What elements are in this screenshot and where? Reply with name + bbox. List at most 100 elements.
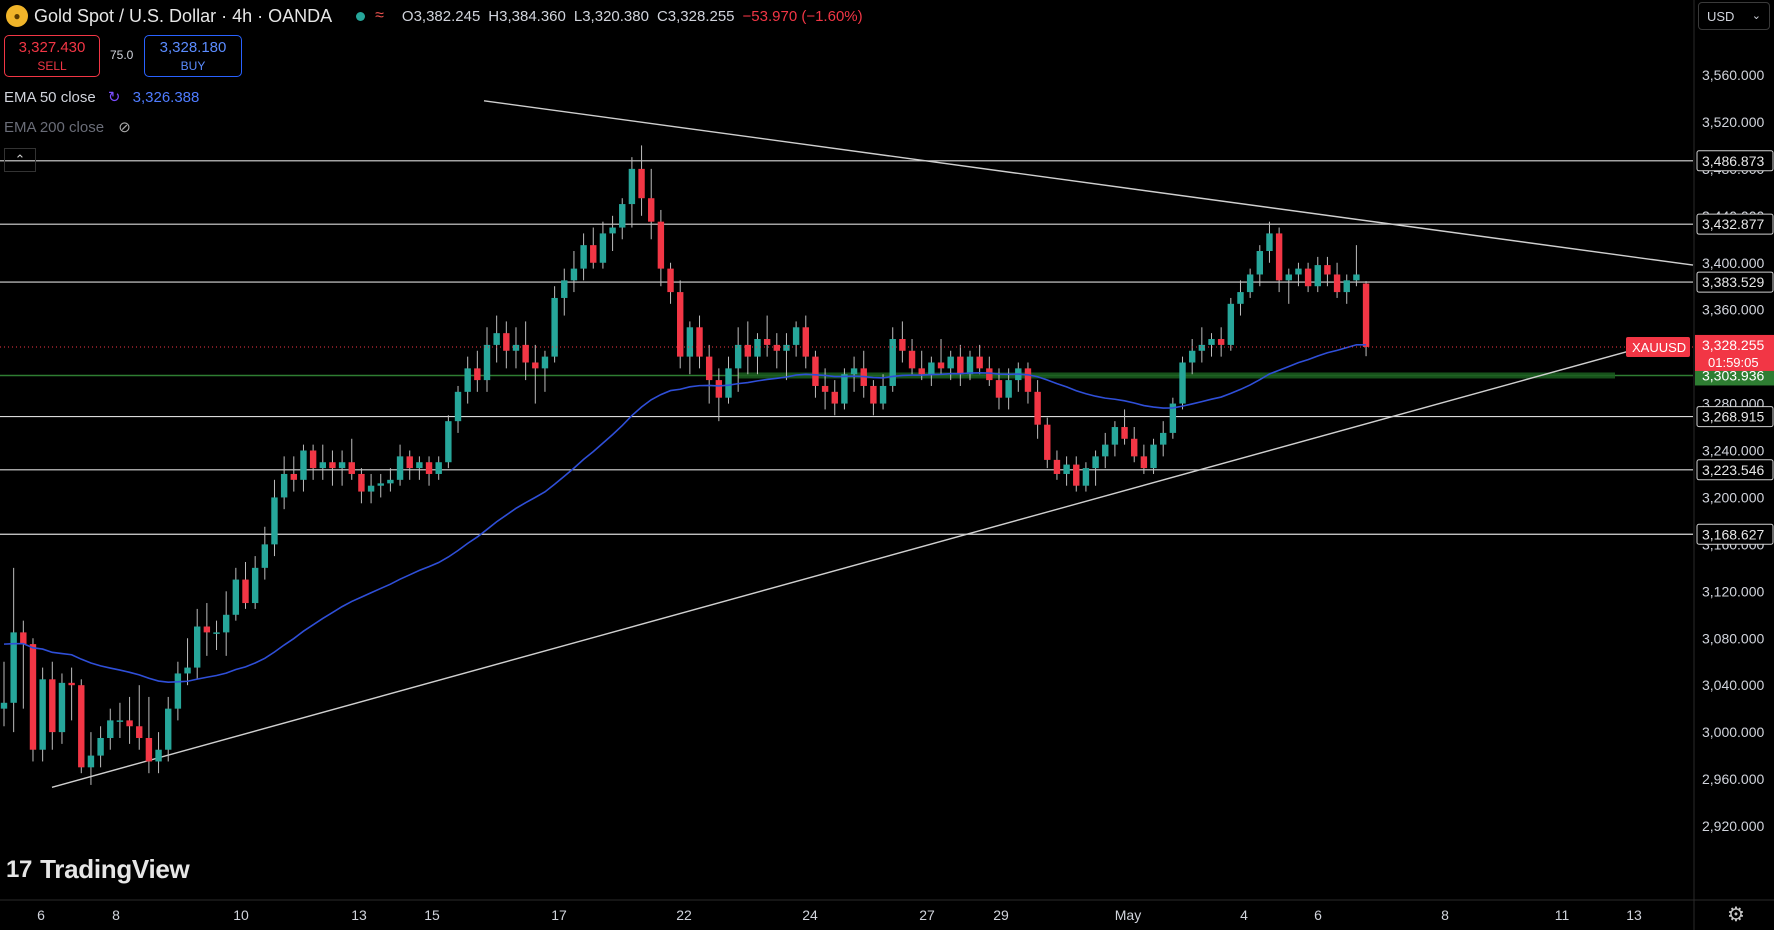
eye-hidden-icon[interactable]: ⊘ — [118, 119, 131, 136]
candle-body — [367, 485, 375, 492]
candle-body — [773, 344, 780, 351]
y-tick-label: 3,240.000 — [1702, 443, 1764, 459]
candle-body — [58, 682, 66, 733]
candle-body — [541, 356, 549, 369]
candle-body — [1285, 274, 1292, 281]
currency-label: USD — [1707, 9, 1735, 24]
candle-body — [1102, 444, 1109, 457]
candle-body — [937, 362, 945, 369]
ema200-legend[interactable]: EMA 200 close ⊘ — [4, 118, 131, 136]
candle-body — [792, 327, 800, 345]
collapse-legend-button[interactable]: ⌃ — [4, 148, 36, 172]
candle-body — [1353, 274, 1360, 281]
candle-body — [203, 626, 211, 633]
current-symbol-label: XAUUSD — [1632, 340, 1686, 355]
x-tick-label: 11 — [1555, 907, 1570, 923]
candle-body — [957, 356, 964, 375]
high-value: 3,384.360 — [499, 7, 566, 25]
candle-body — [619, 204, 626, 228]
low-label: L — [573, 7, 583, 25]
y-tick-label: 3,200.000 — [1702, 489, 1764, 505]
sell-button[interactable]: 3,327.430 SELL — [4, 35, 100, 77]
ascending-trendline — [51, 341, 1661, 788]
candle-body — [1227, 303, 1235, 345]
candle-body — [1208, 339, 1215, 345]
candle-body — [570, 268, 578, 281]
tradingview-logo[interactable]: 17 TradingView — [6, 854, 190, 885]
symbol-title[interactable]: Gold Spot / U.S. Dollar · 4h · OANDA — [34, 6, 332, 27]
candle-body — [261, 544, 269, 568]
brand-name: TradingView — [40, 854, 190, 884]
ohlc-open: O3,382.245 — [402, 8, 480, 25]
candle-body — [648, 198, 655, 222]
candle-body — [1237, 292, 1244, 304]
loading-icon: ↻ — [107, 89, 121, 106]
price-chart[interactable]: 3,560.0003,520.0003,480.0003,440.0003,40… — [0, 0, 1774, 930]
candle-body — [1188, 350, 1196, 363]
candle-body — [0, 702, 8, 709]
chart-header: ● Gold Spot / U.S. Dollar · 4h · OANDA ≈… — [0, 0, 871, 32]
candle-body — [1024, 368, 1032, 392]
candle-body — [908, 350, 916, 369]
ema50-legend[interactable]: EMA 50 close ↻ 3,326.388 — [4, 88, 199, 106]
y-tick-label: 2,960.000 — [1702, 771, 1764, 787]
sell-label: SELL — [37, 59, 67, 73]
candle-body — [406, 456, 413, 469]
y-tick-label: 2,920.000 — [1702, 818, 1764, 834]
candle-body — [174, 673, 182, 709]
candle-body — [512, 344, 520, 351]
candle-body — [590, 245, 597, 263]
candle-body — [377, 483, 384, 486]
candle-body — [107, 720, 114, 738]
level-price-label: 3,223.546 — [1702, 462, 1764, 478]
candle-body — [242, 579, 249, 604]
close-label: C — [656, 7, 668, 25]
candle-body — [97, 737, 104, 756]
candle-body — [1131, 438, 1138, 457]
level-price-label: 3,268.915 — [1702, 409, 1764, 425]
candle-body — [194, 626, 201, 668]
candle-body — [667, 268, 674, 293]
candle-body — [319, 462, 326, 469]
y-tick-label: 3,080.000 — [1702, 630, 1764, 646]
candle-body — [1121, 427, 1128, 439]
candle-body — [1324, 265, 1331, 275]
candle-body — [290, 473, 297, 480]
candle-body — [435, 462, 442, 474]
candle-body — [918, 368, 925, 375]
candle-body — [532, 362, 539, 369]
candle-body — [309, 450, 317, 469]
candle-body — [522, 344, 529, 363]
candle-body — [1198, 344, 1206, 351]
candle-body — [87, 755, 95, 768]
candle-body — [1140, 456, 1148, 469]
candle-body — [841, 374, 848, 404]
candle-countdown-label: 01:59:05 — [1708, 355, 1759, 370]
candle-body — [966, 356, 974, 375]
gold-symbol-icon: ● — [6, 5, 28, 27]
candle-body — [763, 339, 771, 345]
candle-body — [754, 339, 761, 357]
y-tick-label: 3,120.000 — [1702, 583, 1764, 599]
candle-body — [783, 344, 790, 351]
open-label: O — [401, 7, 414, 25]
ema50-value: 3,326.388 — [132, 89, 200, 106]
candle-body — [995, 380, 1003, 398]
x-tick-label: May — [1115, 907, 1141, 923]
candle-body — [744, 344, 752, 357]
currency-select[interactable]: USD ⌄ — [1698, 2, 1770, 30]
market-open-icon — [356, 11, 366, 21]
sell-price: 3,327.430 — [18, 39, 86, 56]
ohlc-low: L3,320.380 — [574, 8, 649, 25]
candle-body — [1053, 459, 1061, 474]
buy-button[interactable]: 3,328.180 BUY — [144, 35, 242, 77]
candle-body — [1217, 339, 1225, 345]
gear-icon[interactable]: ⚙ — [1727, 902, 1745, 927]
ohlc-close: C3,328.255 — [657, 8, 735, 25]
spread-value: 75.0 — [110, 48, 134, 62]
x-tick-label: 4 — [1240, 907, 1248, 923]
buy-label: BUY — [180, 59, 206, 73]
candle-body — [78, 685, 85, 768]
candle-body — [580, 245, 587, 269]
open-value: 3,382.245 — [413, 7, 481, 25]
